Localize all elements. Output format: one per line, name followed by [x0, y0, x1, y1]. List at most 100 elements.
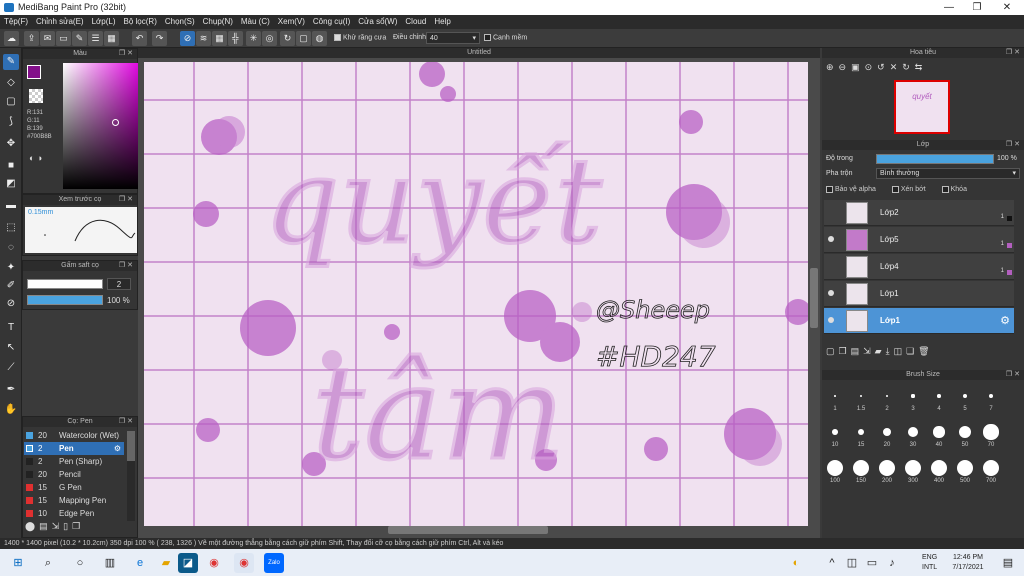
- select-eraser-tool-icon[interactable]: ⊘: [3, 296, 19, 312]
- snap-cross-icon[interactable]: ╬: [228, 31, 243, 46]
- menu-window[interactable]: Cửa sổ(W): [354, 15, 401, 29]
- rotate-right-icon[interactable]: ↻: [902, 62, 915, 72]
- fill-tool-icon[interactable]: ◩: [3, 176, 19, 192]
- scrollbar-thumb[interactable]: [127, 431, 135, 461]
- canvas-tab[interactable]: Untitled: [138, 48, 820, 58]
- notification-icon[interactable]: ▤: [998, 553, 1018, 573]
- panel-pin-icon[interactable]: ❐ ✕: [119, 417, 133, 427]
- brush-list-actions[interactable]: ⬤▤⇲▯❐: [25, 521, 84, 532]
- gear-icon[interactable]: ⚙: [1000, 314, 1010, 327]
- brush-item-selected[interactable]: 2 Pen ⚙: [24, 442, 124, 455]
- brush-dup-icon[interactable]: ❐: [72, 521, 84, 531]
- menu-filter[interactable]: Bộ lọc(R): [120, 15, 161, 29]
- saturation-value-picker[interactable]: [63, 63, 141, 189]
- cloud-icon[interactable]: ☁: [4, 31, 19, 46]
- brush-item[interactable]: 20 Watercolor (Wet): [24, 429, 124, 442]
- folder-icon[interactable]: ▰: [875, 346, 886, 356]
- menu-file[interactable]: Tệp(F): [0, 15, 32, 29]
- menu-edit[interactable]: Chỉnh sửa(E): [32, 15, 88, 29]
- panel-pin-icon[interactable]: ❐ ✕: [119, 261, 133, 271]
- select-lasso-tool-icon[interactable]: ◌: [3, 240, 19, 256]
- magic-wand-tool-icon[interactable]: ✦: [3, 260, 19, 276]
- brush-size-preset[interactable]: [882, 427, 892, 437]
- tray-expand-icon[interactable]: ^: [822, 553, 842, 573]
- brush-add-icon[interactable]: ⬤: [25, 521, 39, 531]
- text-tool-icon[interactable]: T: [3, 320, 19, 336]
- lasso-tool-icon[interactable]: ⟆: [3, 114, 19, 130]
- clipping-checkbox[interactable]: Xén bớt: [891, 186, 926, 193]
- snap-off-icon[interactable]: ⊘: [180, 31, 195, 46]
- comment-icon[interactable]: ▭: [56, 31, 71, 46]
- clock[interactable]: 12:46 PM 7/17/2021: [948, 553, 988, 573]
- brush-list-scrollbar[interactable]: [127, 431, 135, 521]
- language-indicator[interactable]: ENG INTL: [922, 553, 937, 573]
- brush-size-preset[interactable]: [957, 460, 973, 476]
- cortana-icon[interactable]: ○: [70, 553, 90, 573]
- lock-checkbox[interactable]: Khóa: [941, 186, 967, 193]
- brush-size-preset[interactable]: [983, 460, 999, 476]
- panel-pin-icon[interactable]: ❐ ✕: [119, 195, 133, 205]
- protect-alpha-checkbox[interactable]: Bảo vệ alpha: [826, 186, 876, 193]
- brush-size-preset[interactable]: [937, 394, 941, 398]
- brush-size-preset[interactable]: [931, 460, 947, 476]
- snap-radial-icon[interactable]: ✳: [246, 31, 261, 46]
- actual-size-icon[interactable]: ⊙: [865, 62, 878, 72]
- brush-size-preset[interactable]: [983, 424, 999, 440]
- layer-opacity-slider[interactable]: [876, 154, 994, 164]
- menu-select[interactable]: Chọn(S): [161, 15, 199, 29]
- brush-size-preset[interactable]: [908, 427, 918, 437]
- brush-size-preset[interactable]: [988, 393, 994, 399]
- brush-size-preset[interactable]: [857, 428, 865, 436]
- adjust-select[interactable]: 40 ▾: [426, 32, 480, 44]
- palette-icon[interactable]: ◐ ◑: [29, 153, 42, 163]
- operation-tool-icon[interactable]: ↖: [3, 340, 19, 356]
- windows-start-icon[interactable]: ⊞: [8, 553, 28, 573]
- move-tool-icon[interactable]: ✥: [3, 136, 19, 152]
- zoom-out-icon[interactable]: ⊖: [839, 62, 852, 72]
- brush-size-preset[interactable]: [879, 460, 895, 476]
- eye-icon[interactable]: [828, 317, 834, 323]
- navigator-tools[interactable]: ⊕⊖▣⊙↺✕↻⇆: [826, 62, 927, 73]
- upload-icon[interactable]: ⇪: [24, 31, 39, 46]
- brush-size-preset[interactable]: [905, 460, 921, 476]
- layer-row-selected[interactable]: Lớp1 ⚙: [824, 308, 1014, 334]
- layer-actions[interactable]: ▢❐▤⇲▰⤓◫❏🗑: [826, 346, 934, 357]
- eraser-tool-icon[interactable]: ◇: [3, 75, 19, 91]
- blend-select[interactable]: Bình thường ▾: [876, 168, 1020, 179]
- list-icon[interactable]: ☰: [88, 31, 103, 46]
- brush-size-preset[interactable]: [962, 393, 967, 398]
- gear-icon[interactable]: ⚙: [114, 442, 121, 455]
- search-icon[interactable]: ⌕: [38, 553, 58, 573]
- merge-icon[interactable]: ▤: [851, 346, 864, 356]
- dot-tool-icon[interactable]: ▢: [3, 94, 19, 110]
- eyedropper-tool-icon[interactable]: ✒: [3, 382, 19, 398]
- divide-tool-icon[interactable]: ⟋: [3, 360, 19, 376]
- eye-icon[interactable]: [828, 290, 834, 296]
- brush-size-preset[interactable]: [859, 394, 863, 398]
- mask-icon[interactable]: ◫: [894, 346, 907, 356]
- trash-icon[interactable]: 🗑: [918, 346, 933, 356]
- panel-pin-icon[interactable]: ❐ ✕: [1006, 48, 1020, 58]
- select-rect-tool-icon[interactable]: ⬚: [3, 220, 19, 236]
- chrome-icon[interactable]: ◉: [204, 553, 224, 573]
- shape-tool-icon[interactable]: ■: [3, 158, 19, 174]
- network-icon[interactable]: ▭: [862, 553, 882, 573]
- copy-layer-icon[interactable]: ❐: [839, 346, 851, 356]
- rotate-reset-icon[interactable]: ✕: [890, 62, 903, 72]
- edge-icon[interactable]: e: [130, 553, 150, 573]
- tray-app-icon[interactable]: ◐: [786, 553, 806, 573]
- gradient-tool-icon[interactable]: ▬: [3, 198, 19, 214]
- medibang-taskbar-icon[interactable]: ◪: [178, 553, 198, 573]
- brush-size-preset[interactable]: [834, 395, 836, 397]
- artboard[interactable]: quyết tâm @Sheeep #HD247: [144, 62, 808, 526]
- undo-icon[interactable]: ↶: [132, 31, 147, 46]
- brush-size-value[interactable]: 2: [107, 278, 131, 290]
- brush-size-preset[interactable]: [853, 460, 869, 476]
- navigator-thumbnail[interactable]: quyết: [894, 80, 950, 134]
- antialias-checkbox[interactable]: Khử răng cưa: [334, 34, 386, 41]
- primary-color-swatch[interactable]: [27, 65, 41, 79]
- select-pen-tool-icon[interactable]: ✐: [3, 278, 19, 294]
- zoom-in-icon[interactable]: ⊕: [826, 62, 839, 72]
- minimize-button[interactable]: —: [934, 0, 964, 15]
- layer-menu-icon[interactable]: ⇲: [863, 346, 875, 356]
